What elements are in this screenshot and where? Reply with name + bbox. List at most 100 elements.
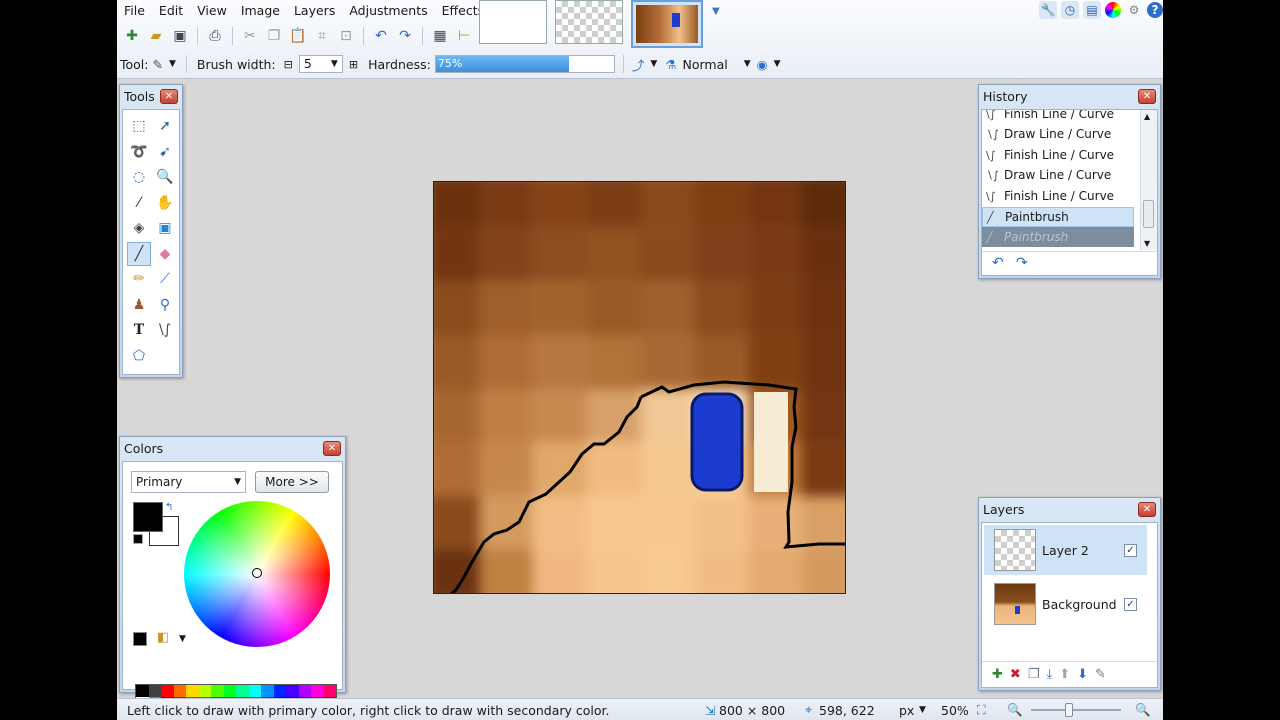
- add-to-palette-icon[interactable]: [133, 632, 147, 646]
- history-item[interactable]: \∫ Finish Line / Curve: [982, 145, 1134, 165]
- brush-width-input[interactable]: 5 ▼: [298, 55, 343, 73]
- open-file-icon[interactable]: ▰: [145, 25, 167, 47]
- menu-view[interactable]: View: [190, 0, 234, 22]
- unit-select[interactable]: px: [899, 703, 914, 718]
- scroll-up-icon[interactable]: ▲: [1144, 112, 1150, 121]
- color-mode-select[interactable]: Primary ▼: [131, 471, 246, 493]
- settings-icon[interactable]: ⚙: [1125, 1, 1143, 19]
- move-layer-up-icon[interactable]: ⬆: [1059, 667, 1070, 682]
- paste-icon[interactable]: 📋: [287, 25, 309, 47]
- zoom-value[interactable]: 50%: [941, 703, 969, 718]
- ruler-icon[interactable]: ⊢: [453, 25, 475, 47]
- image-tab-active[interactable]: [631, 0, 703, 48]
- history-scrollbar[interactable]: ▲ ▼: [1140, 110, 1157, 250]
- deselect-icon[interactable]: ⊡: [335, 25, 357, 47]
- layer-row[interactable]: Layer 2 ✓: [984, 525, 1147, 575]
- alpha-dropdown-icon[interactable]: ▼: [774, 59, 781, 69]
- palette-swatch[interactable]: [186, 685, 199, 697]
- zoom-to-window-icon[interactable]: ⛶: [977, 702, 986, 718]
- history-item-selected[interactable]: ╱ Paintbrush: [982, 207, 1134, 227]
- blend-mode-select[interactable]: Normal: [682, 57, 727, 72]
- antialiasing-icon[interactable]: ⤴: [632, 55, 645, 74]
- palette-menu-icon[interactable]: ◧: [157, 630, 169, 645]
- gradient-icon[interactable]: ▣: [153, 216, 177, 240]
- history-item-undone[interactable]: ╱ Paintbrush: [982, 227, 1134, 247]
- swap-colors-icon[interactable]: ↰: [165, 502, 173, 513]
- pan-icon[interactable]: ✋: [153, 191, 177, 215]
- layers-toggle-icon[interactable]: ▤: [1083, 1, 1101, 19]
- new-file-icon[interactable]: ✚: [121, 25, 143, 47]
- palette-swatch[interactable]: [323, 685, 336, 697]
- layer-visibility-checkbox[interactable]: ✓: [1124, 597, 1137, 611]
- palette-swatch[interactable]: [236, 685, 249, 697]
- rectangle-select-icon[interactable]: ⬚: [127, 114, 151, 138]
- image-tab-2[interactable]: [555, 0, 623, 44]
- palette-swatch[interactable]: [198, 685, 211, 697]
- pencil-icon[interactable]: ✏: [127, 267, 151, 291]
- redo-icon[interactable]: ↷: [1016, 255, 1028, 271]
- menu-adjustments[interactable]: Adjustments: [342, 0, 434, 22]
- undo-icon[interactable]: ↶: [370, 25, 392, 47]
- hardness-slider[interactable]: 75%: [434, 55, 615, 73]
- blend-mode-dropdown-icon[interactable]: ▼: [744, 59, 751, 69]
- undo-icon[interactable]: ↶: [992, 255, 1004, 271]
- line-curve-icon[interactable]: \∫: [153, 318, 177, 342]
- crop-icon[interactable]: ⌗: [311, 25, 333, 47]
- print-icon[interactable]: ⎙: [204, 25, 226, 47]
- image-canvas[interactable]: [433, 181, 846, 594]
- move-layer-down-icon[interactable]: ⬇: [1077, 667, 1088, 682]
- delete-layer-icon[interactable]: ✖: [1010, 667, 1021, 682]
- brush-width-decrease-icon[interactable]: ⊟: [284, 58, 293, 71]
- scroll-down-icon[interactable]: ▼: [1144, 239, 1150, 248]
- palette-swatch[interactable]: [148, 685, 161, 697]
- menu-image[interactable]: Image: [234, 0, 287, 22]
- color-wheel-cursor[interactable]: [252, 568, 262, 578]
- tools-toggle-icon[interactable]: 🔧: [1039, 1, 1057, 19]
- alpha-blending-icon[interactable]: ◉: [757, 57, 768, 72]
- paint-bucket-icon[interactable]: ◈: [127, 216, 151, 240]
- colors-close-icon[interactable]: ✕: [323, 441, 341, 456]
- clone-stamp-icon[interactable]: ♟: [127, 293, 151, 317]
- palette-swatch[interactable]: [311, 685, 324, 697]
- menu-layers[interactable]: Layers: [287, 0, 342, 22]
- zoom-slider[interactable]: [1031, 709, 1121, 711]
- move-selection-icon[interactable]: ➹: [153, 140, 177, 164]
- layers-close-icon[interactable]: ✕: [1138, 502, 1156, 517]
- colors-toggle-icon[interactable]: [1105, 2, 1121, 18]
- palette-dropdown-icon[interactable]: ▼: [179, 634, 186, 644]
- layer-properties-icon[interactable]: ✎: [1095, 667, 1106, 682]
- redo-icon[interactable]: ↷: [394, 25, 416, 47]
- palette-swatch[interactable]: [261, 685, 274, 697]
- layer-row[interactable]: Background ✓: [984, 579, 1147, 629]
- recolor-icon[interactable]: ⚲: [153, 293, 177, 317]
- palette-swatch[interactable]: [298, 685, 311, 697]
- magic-wand-icon[interactable]: ⁄: [127, 191, 151, 215]
- palette-swatch[interactable]: [223, 685, 236, 697]
- reset-colors-icon[interactable]: [133, 534, 143, 544]
- duplicate-layer-icon[interactable]: ❐: [1028, 667, 1040, 682]
- menu-file[interactable]: File: [117, 0, 152, 22]
- history-item[interactable]: \∫ Finish Line / Curve: [982, 110, 1134, 124]
- history-close-icon[interactable]: ✕: [1138, 89, 1156, 104]
- merge-layer-down-icon[interactable]: ⤓: [1046, 667, 1052, 682]
- menu-edit[interactable]: Edit: [152, 0, 190, 22]
- color-picker-icon[interactable]: ⟋: [153, 267, 177, 291]
- add-layer-icon[interactable]: ✚: [992, 667, 1003, 682]
- palette-swatch[interactable]: [248, 685, 261, 697]
- lasso-select-icon[interactable]: ➰: [127, 140, 151, 164]
- history-item[interactable]: ∖∫ Draw Line / Curve: [982, 124, 1134, 144]
- tools-close-icon[interactable]: ✕: [160, 89, 178, 104]
- zoom-in-icon[interactable]: 🔍: [1135, 702, 1151, 718]
- palette-swatch[interactable]: [136, 685, 149, 697]
- zoom-icon[interactable]: 🔍: [153, 165, 177, 189]
- paintbrush-tool-icon[interactable]: ✎: [153, 57, 163, 72]
- palette-swatch[interactable]: [173, 685, 186, 697]
- tool-dropdown-icon[interactable]: ▼: [169, 59, 176, 69]
- palette-swatch[interactable]: [211, 685, 224, 697]
- unit-dropdown-icon[interactable]: ▼: [919, 705, 926, 715]
- primary-color-swatch[interactable]: [133, 502, 163, 532]
- cut-icon[interactable]: ✂: [239, 25, 261, 47]
- history-toggle-icon[interactable]: ◷: [1061, 1, 1079, 19]
- history-item[interactable]: \∫ Finish Line / Curve: [982, 186, 1134, 206]
- zoom-out-icon[interactable]: 🔍: [1007, 702, 1023, 718]
